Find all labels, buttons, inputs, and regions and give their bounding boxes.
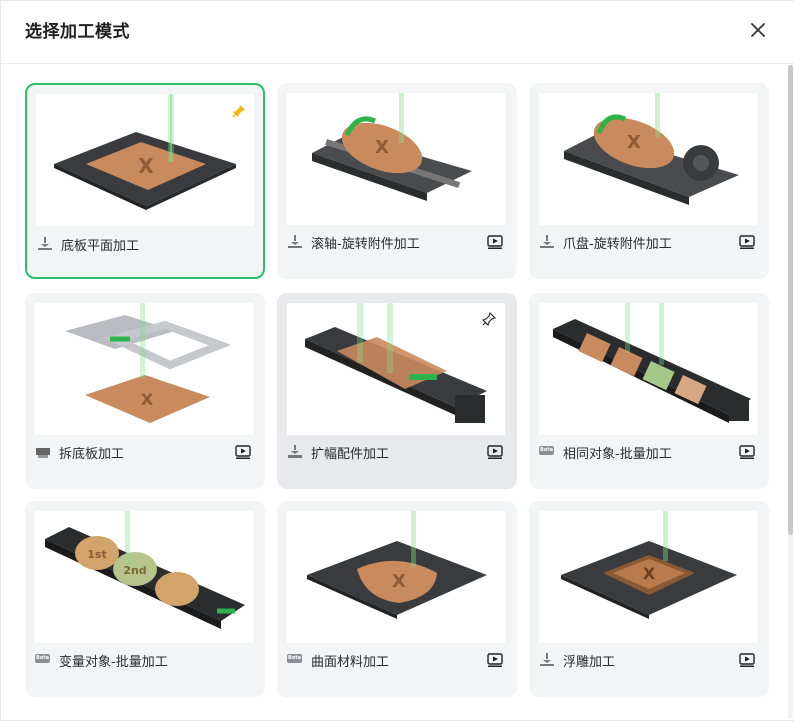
mode-card-footer: 拆底板加工 [35,441,255,467]
mode-thumbnail-flat-bed: X [36,94,254,226]
dialog-header: 选择加工模式 [1,1,794,64]
chuck-icon [539,234,555,250]
pin-icon-active[interactable] [232,103,246,118]
mode-thumbnail-relief: X [539,511,757,643]
mode-card-roller[interactable]: X 滚轴-旋转附件加工 [277,83,517,279]
mode-label: 扩幅配件加工 [311,447,390,462]
mode-label: 爪盘-旋转附件加工 [563,237,672,252]
beta-badge: Beta [539,446,554,455]
thumb-x-mark: X [643,564,656,583]
mode-card-footer: 底板平面加工 [37,233,257,259]
scrollbar-thumb[interactable] [788,65,793,535]
thumb-x-mark: X [375,137,389,158]
mode-thumbnail-batch-same [539,303,757,435]
mode-card-no-base[interactable]: X 拆底板加工 [25,293,265,489]
video-icon[interactable] [487,652,503,668]
processing-mode-dialog: 选择加工模式 X 底板平面加工 X 滚轴-旋转附件加工 X 爪盘-旋转附件加工 … [0,0,794,721]
mode-thumbnail-chuck: X [539,93,757,225]
mode-thumbnail-batch-variable: 1st 2nd [35,511,253,643]
thumb-text-1st: 1st [87,548,106,561]
mode-thumbnail-no-base: X [35,303,253,435]
mode-label: 曲面材料加工 [311,655,390,670]
thumb-x-mark: X [138,154,154,178]
mode-thumbnail-roller: X [287,93,505,225]
beta-badge: Beta [35,654,50,663]
mode-card-footer: Beta 变量对象-批量加工 [35,649,255,675]
video-icon[interactable] [739,444,755,460]
video-icon[interactable] [739,234,755,250]
relief-icon [539,652,555,668]
mode-card-footer: 扩幅配件加工 [287,441,507,467]
close-icon[interactable] [745,17,771,43]
thumb-x-mark: X [627,132,641,153]
mode-label: 滚轴-旋转附件加工 [311,237,420,252]
pin-icon[interactable] [481,311,497,327]
thumb-x-mark: X [392,571,406,592]
no-base-icon [35,444,51,460]
mode-card-footer: 浮雕加工 [539,649,759,675]
mode-thumbnail-curved-surface: X [287,511,505,643]
video-icon[interactable] [487,444,503,460]
video-icon[interactable] [235,444,251,460]
roller-icon [287,234,303,250]
mode-card-extension[interactable]: 扩幅配件加工 [277,293,517,489]
mode-card-batch-same[interactable]: Beta 相同对象-批量加工 [529,293,769,489]
mode-label: 浮雕加工 [563,655,616,670]
mode-card-relief[interactable]: X 浮雕加工 [529,501,769,697]
thumb-x-mark: X [141,390,154,409]
mode-card-curved-surface[interactable]: X Beta 曲面材料加工 [277,501,517,697]
mode-label: 变量对象-批量加工 [59,655,168,670]
video-icon[interactable] [487,234,503,250]
scrollbar[interactable] [788,65,793,719]
beta-badge: Beta [287,654,302,663]
mode-card-chuck[interactable]: X 爪盘-旋转附件加工 [529,83,769,279]
mode-label: 底板平面加工 [61,239,140,254]
mode-label: 相同对象-批量加工 [563,447,672,462]
mode-card-batch-variable[interactable]: 1st 2nd Beta 变量对象-批量加工 [25,501,265,697]
extension-icon [287,444,303,460]
mode-card-footer: Beta 曲面材料加工 [287,649,507,675]
video-icon[interactable] [739,652,755,668]
dialog-title: 选择加工模式 [25,22,130,42]
mode-card-footer: 滚轴-旋转附件加工 [287,231,507,257]
mode-thumbnail-extension [287,303,505,435]
mode-card-footer: Beta 相同对象-批量加工 [539,441,759,467]
mode-card-flat-bed[interactable]: X 底板平面加工 [25,83,265,279]
flat-bed-icon [37,236,53,252]
mode-label: 拆底板加工 [59,447,125,462]
mode-card-footer: 爪盘-旋转附件加工 [539,231,759,257]
